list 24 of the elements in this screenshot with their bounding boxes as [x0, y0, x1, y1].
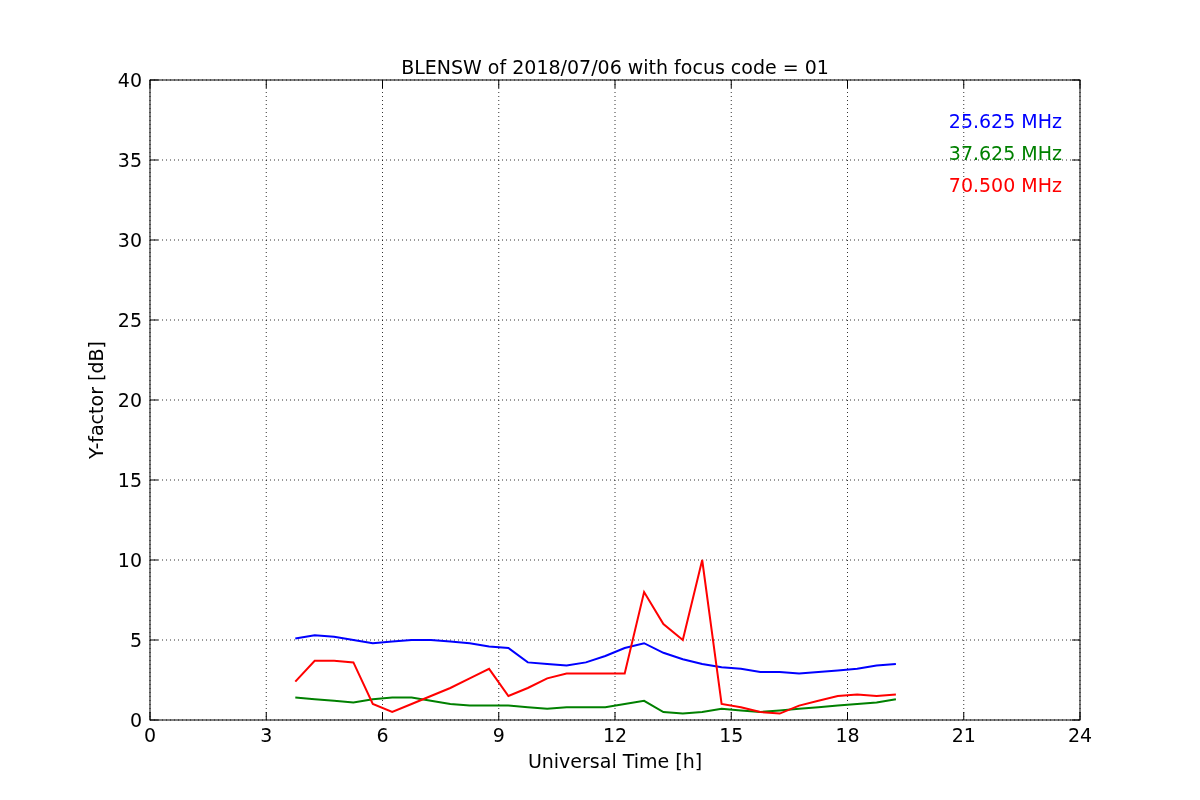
- y-tick-label: 35: [117, 149, 142, 171]
- y-axis-label: Y-factor [dB]: [85, 341, 107, 459]
- y-tick-label: 15: [117, 469, 142, 491]
- legend-entry: 37.625 MHz: [948, 142, 1062, 164]
- y-tick-label: 10: [117, 549, 142, 571]
- y-tick-label: 5: [129, 629, 142, 651]
- y-tick-label: 40: [117, 69, 142, 91]
- legend-entry: 25.625 MHz: [948, 110, 1062, 132]
- x-tick-label: 0: [143, 724, 157, 746]
- legend-entry: 70.500 MHz: [948, 174, 1062, 196]
- x-tick-label: 3: [260, 724, 273, 746]
- x-tick-label: 24: [1067, 724, 1093, 746]
- y-tick-label: 25: [117, 309, 142, 331]
- x-tick-label: 6: [376, 724, 389, 746]
- x-tick-label: 15: [719, 724, 744, 746]
- x-tick-label: 9: [492, 724, 505, 746]
- chart-title: BLENSW of 2018/07/06 with focus code = 01: [401, 56, 829, 78]
- x-tick-label: 21: [951, 724, 976, 746]
- y-tick-label: 0: [129, 709, 142, 731]
- x-axis-label: Universal Time [h]: [527, 750, 703, 772]
- x-tick-label: 18: [835, 724, 860, 746]
- y-tick-label: 30: [117, 229, 142, 251]
- x-tick-label: 12: [602, 724, 628, 746]
- y-tick-label: 20: [117, 389, 142, 411]
